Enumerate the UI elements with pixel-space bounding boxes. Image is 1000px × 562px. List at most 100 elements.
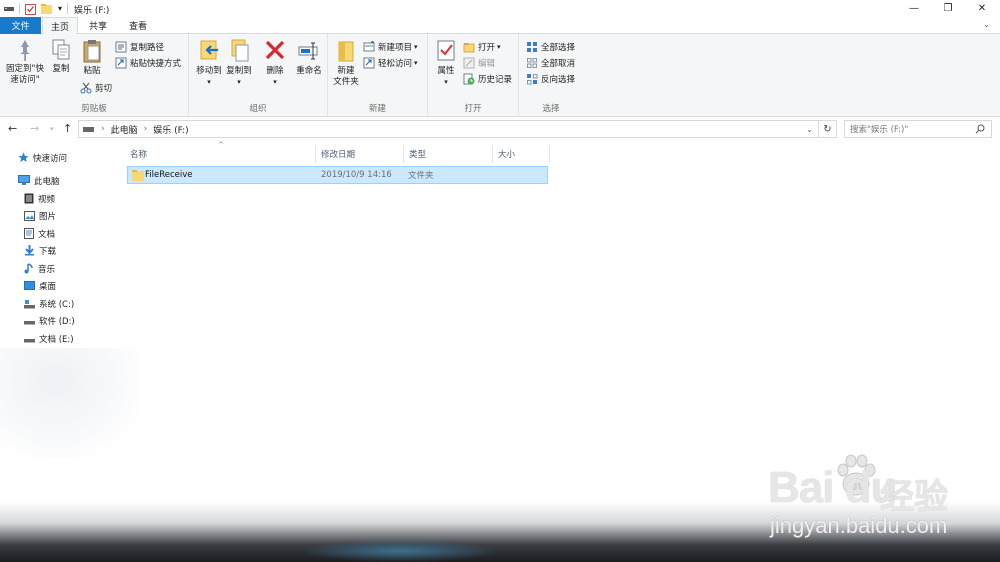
new-item-icon (363, 41, 375, 52)
nav-label: 视频 (38, 194, 56, 205)
easy-access-button[interactable]: 轻松访问 ▾ (363, 56, 418, 70)
chevron-down-icon: ▾ (237, 78, 241, 86)
copy-to-button[interactable]: 复制到 ▾ (223, 38, 255, 88)
tab-home[interactable]: 主页 (42, 17, 78, 35)
delete-icon (265, 40, 285, 60)
rename-button[interactable]: 重命名 (292, 38, 326, 77)
star-icon (18, 152, 29, 162)
copy-to-icon (231, 39, 249, 62)
breadcrumb-this-pc[interactable]: 此电脑 (111, 123, 138, 136)
nav-music[interactable]: 音乐 (24, 260, 55, 277)
title-bar: ▾ 娱乐 (F:) — ❐ ✕ (0, 0, 1000, 17)
select-none-button[interactable]: 全部取消 (526, 56, 575, 70)
nav-drive-d[interactable]: 软件 (D:) (24, 312, 75, 329)
drive-icon (24, 320, 35, 324)
nav-label: 软件 (D:) (39, 316, 75, 327)
select-group: 全部选择 全部取消 反向选择 选择 (519, 34, 583, 117)
downloads-folder-icon (25, 245, 34, 256)
chevron-down-icon[interactable]: ⌄ (983, 20, 990, 29)
up-arrow-icon[interactable]: ↑ (63, 122, 72, 135)
nav-pictures[interactable]: 图片 (24, 207, 56, 224)
recent-locations-chevron-icon[interactable]: ▾ (50, 125, 54, 133)
file-type: 文件夹 (408, 171, 434, 181)
table-row[interactable]: FileReceive 2019/10/9 14:16 文件夹 (127, 166, 548, 184)
properties-label: 属性 (437, 66, 455, 76)
nav-this-pc[interactable]: 此电脑 (18, 172, 60, 189)
copy-path-button[interactable]: 复制路径 (115, 40, 164, 54)
nav-desktop[interactable]: 桌面 (24, 277, 56, 294)
pin-quick-access-button[interactable]: 固定到"快 速访问" (4, 38, 46, 86)
folder-icon (132, 167, 144, 183)
paste-button[interactable]: 粘贴 (78, 38, 106, 77)
new-folder-icon[interactable] (40, 1, 53, 16)
new-folder-label: 新建 文件夹 (333, 66, 359, 87)
nav-quick-access[interactable]: 快速访问 (18, 149, 67, 166)
maximize-button[interactable]: ❐ (930, 0, 966, 16)
cut-label: 剪切 (95, 84, 113, 94)
copy-path-icon (115, 41, 127, 53)
music-folder-icon (24, 263, 33, 274)
address-bar[interactable]: › 此电脑 › 娱乐 (F:) ⌄ (78, 120, 819, 138)
delete-button[interactable]: 删除 ▾ (261, 38, 289, 88)
tab-file[interactable]: 文件 (0, 17, 41, 34)
chevron-down-icon[interactable]: ⌄ (806, 125, 813, 134)
properties-icon (437, 40, 455, 61)
column-header-modified[interactable]: 修改日期 (316, 145, 404, 163)
select-all-button[interactable]: 全部选择 (526, 40, 575, 54)
breadcrumb-chevron-icon[interactable]: › (101, 124, 105, 134)
minimize-button[interactable]: — (896, 0, 932, 16)
search-input[interactable]: 搜索"娱乐 (F:)" (844, 120, 992, 138)
edit-button[interactable]: 编辑 (463, 56, 495, 70)
watermark-url: jingyan.baidu.com (770, 513, 948, 538)
easy-access-icon (363, 57, 375, 69)
properties-icon[interactable] (24, 1, 37, 16)
ribbon-tabs: 文件 主页 共享 查看 ⌄ (0, 17, 1000, 35)
copy-path-label: 复制路径 (130, 43, 165, 53)
copy-button[interactable]: 复制 (48, 38, 74, 75)
edit-icon (463, 57, 475, 69)
nav-videos[interactable]: 视频 (24, 190, 55, 207)
properties-button[interactable]: 属性 ▾ (434, 38, 458, 88)
paste-shortcut-button[interactable]: 粘贴快捷方式 (115, 56, 181, 70)
drive-icon[interactable] (3, 1, 15, 16)
nav-documents[interactable]: 文档 (24, 225, 55, 242)
nav-drive-c[interactable]: 系统 (C:) (24, 295, 74, 312)
cut-button[interactable]: 剪切 (80, 81, 112, 95)
new-item-button[interactable]: 新建项目 ▾ (363, 40, 418, 54)
column-header-size[interactable]: 大小 (493, 145, 550, 163)
watermark-cn-text: 经验 (880, 477, 948, 517)
new-folder-button[interactable]: 新建 文件夹 (331, 38, 361, 88)
nav-drive-e[interactable]: 文档 (E:) (24, 330, 74, 347)
nav-label: 桌面 (39, 281, 57, 292)
refresh-button[interactable]: ↻ (819, 120, 837, 138)
delete-label: 删除 (266, 66, 284, 76)
nav-label: 系统 (C:) (39, 299, 75, 310)
pin-label: 固定到"快 速访问" (6, 64, 44, 85)
move-to-button[interactable]: 移动到 ▾ (193, 38, 225, 88)
column-header-name[interactable]: 名称 (125, 145, 316, 163)
chevron-down-icon: ▾ (444, 78, 448, 86)
clipboard-group-label: 剪贴板 (81, 104, 107, 114)
breadcrumb-chevron-icon[interactable]: › (144, 124, 148, 134)
watermark-logo-text: Bai du (768, 463, 897, 512)
history-button[interactable]: 历史记录 (463, 72, 512, 86)
pin-icon (20, 40, 30, 61)
select-all-label: 全部选择 (541, 43, 576, 53)
back-arrow-icon[interactable]: ← (8, 122, 17, 135)
open-group: 属性 ▾ 打开 ▾ 编辑 历史记录 打开 (428, 34, 519, 117)
nav-downloads[interactable]: 下载 (24, 242, 56, 259)
select-all-icon (527, 42, 537, 52)
close-button[interactable]: ✕ (964, 0, 1000, 16)
tab-share[interactable]: 共享 (82, 17, 114, 34)
invert-selection-button[interactable]: 反向选择 (526, 72, 575, 86)
breadcrumb-current[interactable]: 娱乐 (F:) (153, 123, 188, 136)
easy-access-label: 轻松访问 (378, 59, 413, 69)
customize-toolbar-chevron-icon[interactable]: ▾ (55, 1, 65, 16)
open-button[interactable]: 打开 ▾ (463, 40, 501, 54)
new-group-label: 新建 (368, 104, 386, 114)
column-header-type[interactable]: 类型 (404, 145, 493, 163)
computer-icon (18, 175, 30, 185)
desktop-folder-icon (24, 280, 35, 290)
tab-view[interactable]: 查看 (120, 17, 156, 34)
forward-arrow-icon[interactable]: → (30, 122, 39, 135)
